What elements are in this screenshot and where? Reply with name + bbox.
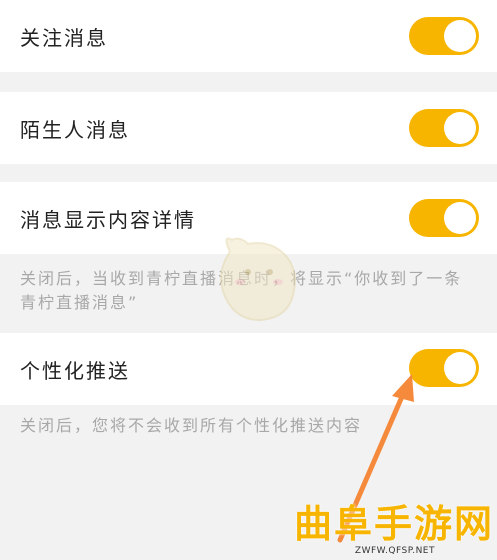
toggle-knob xyxy=(444,20,476,52)
personalized-push-toggle[interactable] xyxy=(409,349,479,387)
setting-label: 关注消息 xyxy=(20,25,108,50)
toggle-knob xyxy=(444,352,476,384)
toggle-knob xyxy=(444,202,476,234)
watermark-url: ZWFW.QFSP.NET xyxy=(354,546,435,556)
setting-row-stranger-messages: 陌生人消息 xyxy=(0,92,497,164)
hint-line: 关闭后，您将不会收到所有个性化推送内容 xyxy=(20,416,363,435)
setting-row-personalized-push: 个性化推送 xyxy=(0,333,497,405)
setting-label: 个性化推送 xyxy=(20,358,130,383)
follow-messages-toggle[interactable] xyxy=(409,17,479,55)
setting-row-follow-messages: 关注消息 xyxy=(0,0,497,72)
stranger-messages-toggle[interactable] xyxy=(409,109,479,147)
setting-label: 消息显示内容详情 xyxy=(20,207,196,232)
watermark: 曲阜手游网 ZWFW.QFSP.NET xyxy=(286,500,497,560)
setting-label: 陌生人消息 xyxy=(20,117,130,142)
mascot-icon xyxy=(220,237,296,322)
watermark-logo-text: 曲阜手游网 xyxy=(294,501,495,546)
personalized-push-hint: 关闭后，您将不会收到所有个性化推送内容 xyxy=(20,414,487,438)
message-detail-toggle[interactable] xyxy=(409,199,479,237)
toggle-knob xyxy=(444,112,476,144)
